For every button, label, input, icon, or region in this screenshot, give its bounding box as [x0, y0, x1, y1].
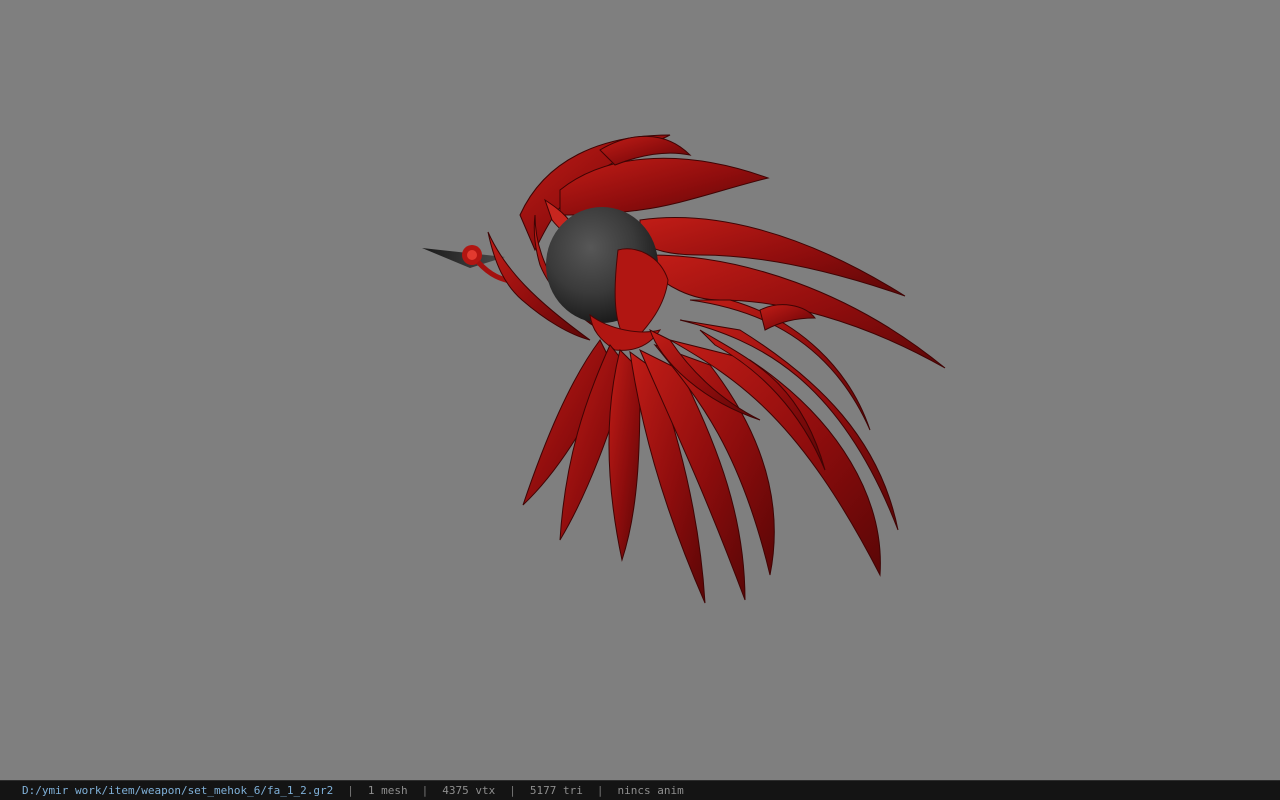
triangle-count: 5177 tri	[529, 784, 583, 797]
separator: |	[509, 784, 516, 797]
vertex-count: 4375 vtx	[442, 784, 496, 797]
model-viewport[interactable]	[0, 0, 1280, 780]
weapon-model-render[interactable]	[0, 0, 1280, 780]
status-bar: D:/ymir work/item/weapon/set_mehok_6/fa_…	[0, 780, 1280, 800]
animation-status: nincs anim	[617, 784, 684, 797]
separator: |	[596, 784, 604, 797]
separator: |	[421, 784, 429, 797]
lower-blades	[522, 299, 899, 604]
separator: |	[347, 784, 354, 797]
file-path: D:/ymir work/item/weapon/set_mehok_6/fa_…	[22, 784, 334, 797]
mesh-count: 1 mesh	[367, 784, 408, 797]
